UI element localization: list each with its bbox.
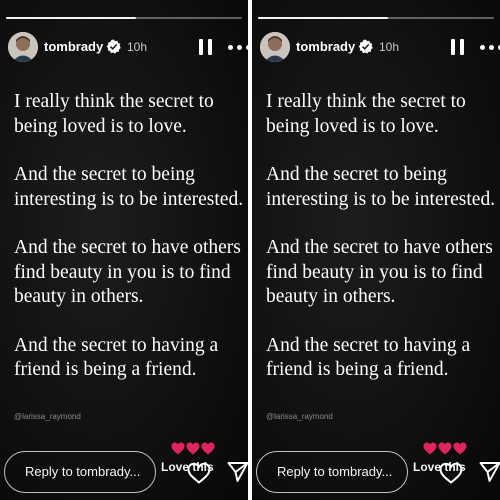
quote-paragraph: And the secret to have others find beaut… (14, 237, 241, 307)
reply-placeholder: Reply to tombrady... (25, 464, 141, 479)
story-progress-bar (6, 17, 242, 19)
reply-placeholder: Reply to tombrady... (277, 464, 393, 479)
more-options-icon[interactable] (228, 45, 248, 51)
heart-emoji-icon (438, 442, 452, 455)
quote-paragraph: And the secret to having a friend is bei… (266, 334, 471, 381)
heart-emoji-icon (186, 442, 200, 455)
quote-paragraph: And the secret to being interesting is t… (14, 164, 244, 210)
pause-icon[interactable] (199, 39, 213, 55)
heart-emoji-icon (453, 442, 467, 455)
post-time: 10h (379, 40, 400, 54)
story-header: tombrady 10h (260, 32, 500, 64)
pause-icon[interactable] (451, 39, 465, 55)
quote-credit: @larissa_raymond (14, 412, 81, 421)
reaction-hearts[interactable] (171, 442, 219, 458)
post-time: 10h (127, 40, 148, 54)
reply-input[interactable]: Reply to tombrady... (4, 451, 156, 493)
story-quote: I really think the secret to being loved… (14, 90, 246, 407)
avatar[interactable] (8, 32, 38, 62)
quote-credit: @larissa_raymond (266, 412, 333, 421)
story-header: tombrady 10h (8, 32, 248, 64)
username[interactable]: tombrady (296, 39, 355, 54)
quote-paragraph: And the secret to having a friend is bei… (14, 334, 219, 381)
send-icon[interactable] (478, 460, 500, 484)
story-progress-fill (6, 17, 136, 19)
verified-badge-icon (106, 39, 121, 54)
story-progress-fill (258, 17, 388, 19)
send-icon[interactable] (226, 460, 248, 484)
heart-emoji-icon (201, 442, 215, 455)
heart-outline-icon[interactable] (438, 460, 464, 486)
quote-paragraph: I really think the secret to being loved… (266, 91, 466, 137)
heart-emoji-icon (171, 442, 185, 455)
username[interactable]: tombrady (44, 39, 103, 54)
verified-badge-icon (358, 39, 373, 54)
reaction-hearts[interactable] (423, 442, 471, 458)
heart-emoji-icon (423, 442, 437, 455)
more-options-icon[interactable] (480, 45, 500, 51)
story-panel-right[interactable]: tombrady 10h I really think the secret t… (252, 0, 500, 500)
quote-paragraph: And the secret to have others find beaut… (266, 237, 493, 307)
reply-input[interactable]: Reply to tombrady... (256, 451, 408, 493)
heart-outline-icon[interactable] (186, 460, 212, 486)
quote-paragraph: And the secret to being interesting is t… (266, 164, 496, 210)
avatar[interactable] (260, 32, 290, 62)
quote-paragraph: I really think the secret to being loved… (14, 91, 214, 137)
story-quote: I really think the secret to being loved… (266, 90, 498, 407)
story-panel-left[interactable]: tombrady 10h I really think the secret t… (0, 0, 248, 500)
story-progress-bar (258, 17, 494, 19)
